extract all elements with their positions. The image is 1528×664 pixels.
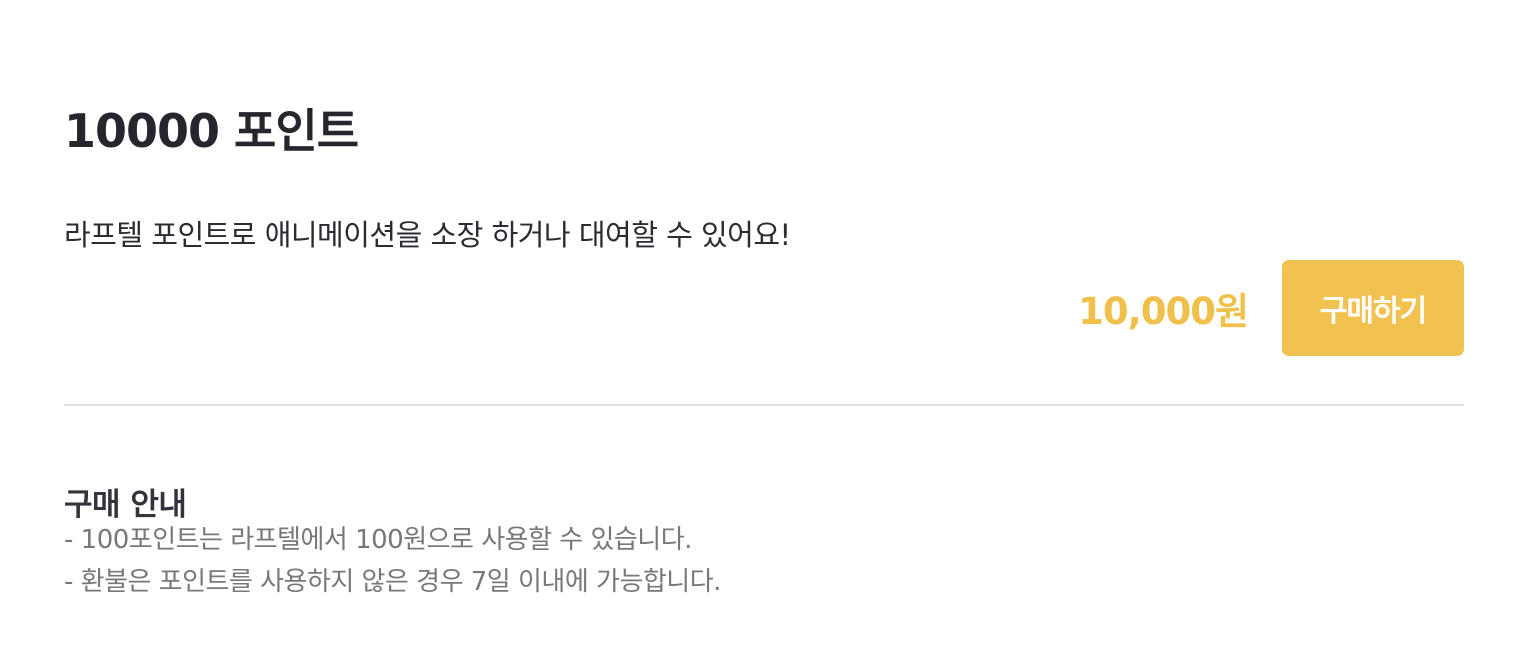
- purchase-guide-list: - 100포인트는 라프텔에서 100원으로 사용할 수 있습니다. - 환불은…: [64, 519, 721, 603]
- section-divider: [64, 404, 1464, 406]
- purchase-guide-item: - 100포인트는 라프텔에서 100원으로 사용할 수 있습니다.: [64, 525, 692, 555]
- price-action-row: 10,000원 구매하기: [1078, 260, 1464, 356]
- product-description: 라프텔 포인트로 애니메이션을 소장 하거나 대여할 수 있어요!: [64, 218, 791, 252]
- product-price: 10,000원: [1078, 290, 1249, 333]
- purchase-guide-item: - 환불은 포인트를 사용하지 않은 경우 7일 이내에 가능합니다.: [64, 567, 721, 597]
- point-purchase-page: 10000 포인트 라프텔 포인트로 애니메이션을 소장 하거나 대여할 수 있…: [0, 0, 1528, 664]
- product-title: 10000 포인트: [64, 103, 359, 158]
- buy-button[interactable]: 구매하기: [1282, 260, 1464, 356]
